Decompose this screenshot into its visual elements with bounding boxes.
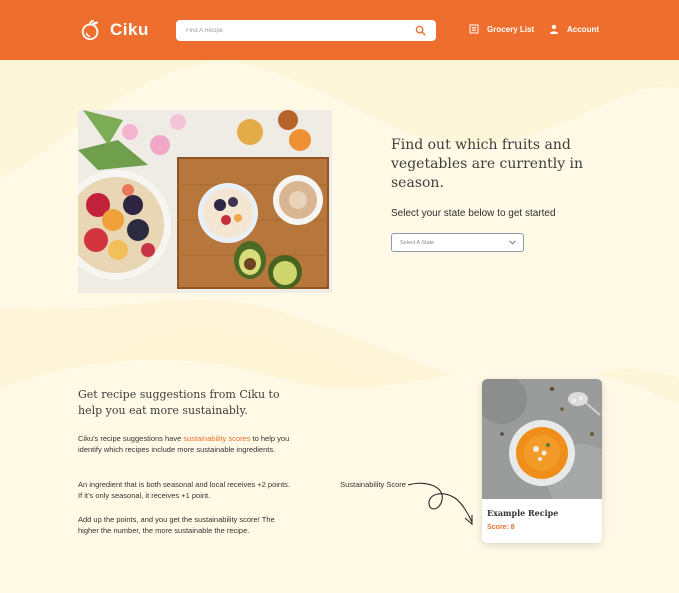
example-recipe-score: Score: 8	[487, 524, 515, 531]
hero-food-image	[78, 110, 332, 293]
chevron-down-icon	[509, 240, 516, 245]
soup-image	[482, 379, 602, 499]
list-icon	[469, 24, 479, 34]
nav-grocery-label: Grocery List	[487, 24, 535, 34]
user-icon	[550, 24, 558, 34]
season-heading: Find out which fruits and vegetables are…	[391, 137, 584, 191]
state-select-placeholder: Select A State	[400, 239, 435, 246]
season-subheading: Select your state below to get started	[391, 208, 556, 219]
search-bar	[176, 20, 436, 41]
search-input[interactable]	[186, 27, 416, 34]
example-recipe-title: Example Recipe	[487, 508, 559, 518]
sustainability-scores-link[interactable]: sustainability scores	[183, 434, 250, 443]
search-icon[interactable]	[415, 25, 426, 36]
orange-logo-icon	[81, 19, 99, 41]
state-select-dropdown[interactable]: Select A State	[391, 233, 524, 252]
brand-logo[interactable]: Ciku	[80, 19, 149, 41]
sustainability-paragraph-2: An ingredient that is both seasonal and …	[78, 480, 291, 500]
nav-account-label: Account	[567, 24, 599, 34]
curly-arrow-icon	[407, 482, 473, 526]
p1-text-before: Ciku’s recipe suggestions have	[78, 434, 184, 443]
example-recipe-card[interactable]: Example Recipe Score: 8	[482, 379, 602, 543]
sustainability-paragraph-1: Ciku’s recipe suggestions have sustainab…	[78, 433, 293, 455]
recipe-suggestions-heading: Get recipe suggestions from Ciku to help…	[78, 388, 280, 417]
nav-account[interactable]: Account	[549, 24, 599, 34]
top-navbar: Ciku Grocery List Account	[0, 0, 679, 60]
sustainability-score-label: Sustainability Score	[340, 480, 406, 489]
nav-grocery-list[interactable]: Grocery List	[469, 24, 534, 34]
brand-name: Ciku	[110, 20, 149, 39]
sustainability-paragraph-3: Add up the points, and you get the susta…	[78, 515, 275, 535]
